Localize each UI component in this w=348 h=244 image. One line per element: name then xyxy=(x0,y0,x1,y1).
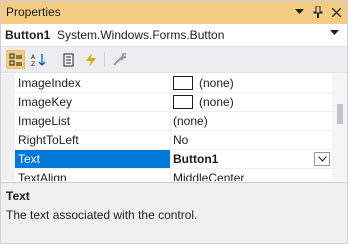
property-row[interactable]: TextAlign MiddleCenter xyxy=(15,169,332,181)
property-value[interactable]: (none) xyxy=(170,74,332,92)
property-name: ImageKey xyxy=(18,95,73,109)
image-swatch xyxy=(173,76,193,90)
window-title: Properties xyxy=(6,5,61,19)
chevron-down-icon[interactable] xyxy=(330,28,339,39)
description-text: The text associated with the control. xyxy=(6,208,198,222)
chevron-down-icon[interactable] xyxy=(314,152,330,166)
chevron-down-icon[interactable] xyxy=(291,4,307,20)
property-row-selected[interactable]: Text Button1 xyxy=(15,150,332,169)
object-type: System.Windows.Forms.Button xyxy=(57,28,225,42)
property-value-text: (none) xyxy=(173,114,208,128)
property-row[interactable]: ImageKey (none) xyxy=(15,93,332,112)
property-value[interactable]: MiddleCenter xyxy=(170,169,332,181)
title-bar[interactable]: Properties xyxy=(1,1,347,24)
events-icon[interactable] xyxy=(81,50,100,69)
property-value-text: (none) xyxy=(199,95,234,109)
svg-text:Z: Z xyxy=(31,61,35,67)
property-value-text[interactable]: Button1 xyxy=(173,152,218,166)
property-name: RightToLeft xyxy=(18,133,79,147)
properties-window: Properties Button1 System.Windows.Forms.… xyxy=(0,0,348,244)
pin-icon[interactable] xyxy=(310,4,326,20)
property-row[interactable]: ImageIndex (none) xyxy=(15,74,332,93)
object-selector[interactable]: Button1 System.Windows.Forms.Button xyxy=(1,24,347,46)
property-value[interactable]: (none) xyxy=(170,93,332,111)
property-name: TextAlign xyxy=(18,171,67,181)
property-value-text: No xyxy=(173,133,189,147)
property-row[interactable]: ImageList (none) xyxy=(15,112,332,131)
property-value[interactable]: (none) xyxy=(170,112,332,130)
alphabetical-icon[interactable]: A Z xyxy=(29,50,48,69)
property-value-editor[interactable]: Button1 xyxy=(170,150,332,168)
description-panel: Text The text associated with the contro… xyxy=(1,182,347,243)
object-name: Button1 xyxy=(5,28,51,42)
property-name: ImageList xyxy=(18,114,71,128)
property-row[interactable]: RightToLeft No xyxy=(15,131,332,150)
grid-margin xyxy=(1,74,15,181)
property-name: ImageIndex xyxy=(18,76,81,90)
property-value-text: (none) xyxy=(199,76,234,90)
vertical-scrollbar[interactable] xyxy=(332,74,347,181)
property-pages-icon[interactable] xyxy=(109,50,128,69)
toolbar-separator xyxy=(104,52,105,67)
scrollbar-thumb[interactable] xyxy=(337,104,343,124)
categorized-icon[interactable] xyxy=(6,50,25,69)
property-value-text: MiddleCenter xyxy=(173,171,245,181)
property-value[interactable]: No xyxy=(170,131,332,149)
properties-icon[interactable] xyxy=(59,50,78,69)
property-grid: ImageIndex (none) ImageKey (none) ImageL… xyxy=(1,74,347,181)
svg-text:A: A xyxy=(31,54,36,61)
description-title: Text xyxy=(6,189,30,203)
image-swatch xyxy=(173,95,193,109)
property-name: Text xyxy=(18,152,41,166)
toolbar: A Z xyxy=(1,46,347,73)
close-icon[interactable] xyxy=(328,4,344,20)
